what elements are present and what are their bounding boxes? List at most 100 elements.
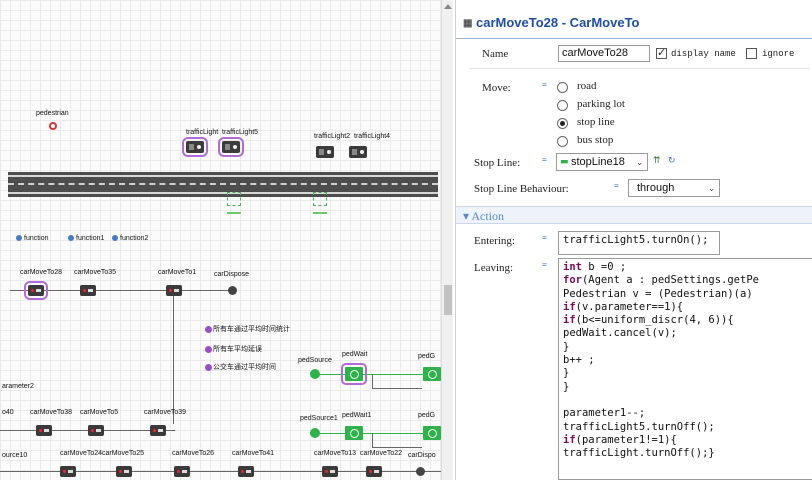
stop-line-marker <box>313 212 327 214</box>
car-dispose-block[interactable] <box>228 286 237 295</box>
block-label: carMoveTo28 <box>20 269 63 276</box>
stop-line-behaviour-value: through <box>637 182 675 194</box>
ignore-label: ignore <box>762 49 795 59</box>
leaving-label: Leaving: <box>474 262 514 274</box>
entering-code-field[interactable]: trafficLight5.turnOn(); <box>558 231 720 255</box>
statistics-label[interactable]: 所有车平均延误 <box>213 345 262 354</box>
properties-title: carMoveTo28 - CarMoveTo <box>476 15 640 30</box>
move-radio-road[interactable] <box>557 82 568 93</box>
code-line: trafficLight5.turnOff(); <box>563 420 715 433</box>
static-value-icon[interactable]: = <box>542 155 547 164</box>
stop-line[interactable] <box>313 192 327 206</box>
parameter-label[interactable]: arameter2 <box>2 382 34 391</box>
statistics-label[interactable]: 公交车通过平均时间 <box>213 363 276 372</box>
code-field-icon[interactable]: = <box>542 260 547 269</box>
properties-panel: ▦ carMoveTo28 - CarMoveTo Name carMoveTo… <box>455 0 812 480</box>
car-move-to-25-block[interactable] <box>116 466 132 477</box>
chevron-down-icon: ⌄ <box>636 158 643 167</box>
road[interactable] <box>8 172 438 197</box>
function-label[interactable]: function <box>24 234 49 243</box>
stop-line-behaviour-dropdown[interactable]: through ⌄ <box>628 179 720 197</box>
car-move-to-26-block[interactable] <box>174 466 190 477</box>
lane-divider <box>8 183 438 185</box>
car-dispose-block[interactable] <box>416 467 425 476</box>
block-label: carMoveTo41 <box>232 450 275 457</box>
block-label: carMoveTo25 <box>102 450 145 457</box>
block-label: carMoveTo1 <box>158 269 197 276</box>
car-move-to-1-block[interactable] <box>166 285 182 296</box>
car-move-to-22-block[interactable] <box>366 466 382 477</box>
block-label: carMoveTo24 <box>60 450 103 457</box>
car-move-to-35-block[interactable] <box>80 285 96 296</box>
refresh-icon[interactable]: ↻ <box>668 156 676 166</box>
ped-go-block[interactable] <box>423 367 441 381</box>
block-label: carMoveTo5 <box>80 409 119 416</box>
move-radio-bus-stop[interactable] <box>557 136 568 147</box>
static-value-icon[interactable]: = <box>614 181 619 190</box>
stop-line[interactable] <box>227 192 241 206</box>
code-line: b++ ; <box>563 354 595 367</box>
canvas-scrollbar[interactable] <box>441 0 453 480</box>
locate-icon[interactable]: ⇈ <box>653 156 661 166</box>
car-move-to-39-block[interactable] <box>150 425 166 436</box>
code-line: } <box>563 367 570 380</box>
name-field[interactable]: carMoveTo28 <box>558 45 650 62</box>
display-name-checkbox[interactable] <box>656 46 667 59</box>
traffic-light2-icon[interactable] <box>316 146 334 158</box>
car-move-to-13-block[interactable] <box>322 466 338 477</box>
move-option-parking-lot[interactable]: parking lot <box>577 98 625 110</box>
car-move-to-5-block[interactable] <box>88 425 104 436</box>
ignore-checkbox[interactable] <box>746 48 757 59</box>
ped-wait1-block[interactable] <box>345 426 363 440</box>
name-label: Name <box>482 48 509 60</box>
flow-connector <box>372 433 373 447</box>
car-move-to-41-block[interactable] <box>238 466 254 477</box>
car-move-to-28-block[interactable] <box>24 281 48 300</box>
chevron-down-icon: ⌄ <box>708 184 715 193</box>
scroll-up-icon[interactable] <box>444 4 452 9</box>
block-label: carMoveTo35 <box>74 269 117 276</box>
move-label: Move: <box>482 82 511 94</box>
block-label: carDispo <box>408 452 436 459</box>
code-keyword: if <box>563 300 576 313</box>
move-option-stop-line[interactable]: stop line <box>577 116 615 128</box>
move-option-bus-stop[interactable]: bus stop <box>577 134 613 146</box>
code-field-icon[interactable]: = <box>542 233 547 242</box>
function1-label[interactable]: function1 <box>76 234 104 243</box>
header-divider <box>456 38 812 39</box>
function-icon <box>112 235 118 241</box>
block-label: carMoveTo38 <box>30 409 73 416</box>
traffic-light-icon[interactable] <box>182 137 208 157</box>
stop-line-dropdown[interactable]: ▬ stopLine18 ⌄ <box>556 153 648 171</box>
move-option-road[interactable]: road <box>577 80 597 92</box>
action-section-header[interactable]: ▾ Action <box>456 206 812 224</box>
static-value-icon[interactable]: = <box>542 80 547 89</box>
block-label: carMoveTo22 <box>360 450 403 457</box>
car-move-to-38-block[interactable] <box>36 425 52 436</box>
ped-source1-block[interactable] <box>310 428 320 438</box>
statistics-label[interactable]: 所有车通过平均时间统计 <box>213 325 290 334</box>
pedestrian-icon[interactable] <box>49 122 57 130</box>
statistics-icon <box>205 326 212 333</box>
block-label: carMoveTo26 <box>172 450 215 457</box>
ped-go1-block[interactable] <box>423 426 441 440</box>
leaving-code-field[interactable]: int b =0 ; for(Agent a : pedSettings.getP… <box>558 258 812 480</box>
move-radio-stop-line[interactable] <box>557 118 568 129</box>
model-canvas[interactable]: pedestrian trafficLight trafficLight5 tr… <box>0 0 441 480</box>
entering-label: Entering: <box>474 235 515 247</box>
traffic-light4-label: trafficLight4 <box>354 133 391 140</box>
ped-wait-block[interactable] <box>341 363 367 385</box>
function2-label[interactable]: function2 <box>120 234 148 243</box>
move-radio-parking-lot[interactable] <box>557 100 568 111</box>
code-keyword: int <box>563 261 582 273</box>
ped-source-block[interactable] <box>310 369 320 379</box>
car-move-to-24-block[interactable] <box>60 466 76 477</box>
block-label: o40 <box>2 409 14 416</box>
traffic-light4-icon[interactable] <box>349 146 367 158</box>
traffic-light5-icon[interactable] <box>218 137 244 157</box>
scrollbar-thumb[interactable] <box>444 285 452 315</box>
ped-source1-label: pedSource1 <box>300 415 338 422</box>
statistics-icon <box>205 346 212 353</box>
code-line: if(parameter1!=1){ <box>563 433 677 446</box>
